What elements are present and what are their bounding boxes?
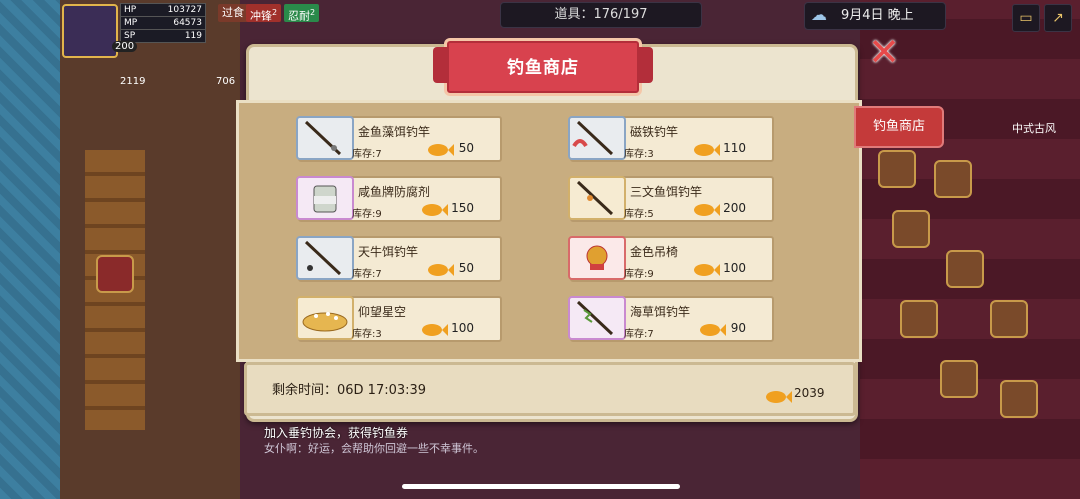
item-name: 金色吊椅 <box>630 245 679 259</box>
golden-swing-icon <box>568 236 626 280</box>
water-tiles <box>0 0 60 499</box>
item-stock: 库存:3 <box>624 149 654 160</box>
counter-left: 2119 <box>120 76 146 87</box>
goldfish-coin-icon <box>694 204 720 216</box>
shop-item[interactable]: 海草饵钓竿 库存:7 90 <box>568 296 774 342</box>
item-price: 90 <box>730 321 746 335</box>
hp-value: 103727 <box>167 5 202 15</box>
item-price: 100 <box>723 261 746 275</box>
weather-cloud-icon: ☁ <box>811 5 827 24</box>
remaining-time: 剩余时间：06D 17:03:39 <box>272 383 427 398</box>
seaweed-rod-icon <box>568 296 626 340</box>
wall-item-icon <box>892 210 930 248</box>
item-stock: 库存:9 <box>624 269 654 280</box>
wall-item-icon <box>878 150 916 188</box>
starry-cake-icon <box>296 296 354 340</box>
item-stock: 库存:9 <box>352 209 382 220</box>
shop-item[interactable]: 磁铁钓竿 库存:3 110 <box>568 116 774 162</box>
goldfish-coin-icon <box>428 144 454 156</box>
goldfish-coin-icon <box>694 264 720 276</box>
charge-badge: 2 <box>272 8 278 17</box>
shop-item[interactable]: 金色吊椅 库存:9 100 <box>568 236 774 282</box>
salmon-rod-icon <box>568 176 626 220</box>
item-name: 天牛饵钓竿 <box>358 245 419 259</box>
wall-item-icon <box>940 360 978 398</box>
banner-wing-right <box>639 47 653 83</box>
item-price: 150 <box>451 201 474 215</box>
rod-blue-icon <box>296 116 354 160</box>
wall-item-icon <box>900 300 938 338</box>
hp-bar: HP 103727 <box>120 3 206 17</box>
shop-title-banner: 钓鱼商店 <box>433 38 653 96</box>
tolerance-badge: 2 <box>310 8 316 17</box>
status-chip-charge[interactable]: 冲锋2 <box>246 4 282 23</box>
info-message-secondary: 女仆啊：好运，会帮助你回避一些不幸事件。 <box>264 442 484 455</box>
wall-item-icon <box>990 300 1028 338</box>
item-stock: 库存:7 <box>624 329 654 340</box>
shop-item[interactable]: 三文鱼饵钓竿 库存:5 200 <box>568 176 774 222</box>
wall-item-icon <box>946 250 984 288</box>
item-stock: 库存:3 <box>352 329 382 340</box>
item-name: 磁铁钓竿 <box>630 125 679 139</box>
shop-item[interactable]: 咸鱼牌防腐剂 库存:9 150 <box>296 176 502 222</box>
goldfish-coin-icon <box>422 204 448 216</box>
sp-value: 119 <box>184 31 202 41</box>
date-text: 9月4日 晚上 <box>841 8 914 23</box>
item-stock: 库存:7 <box>352 269 382 280</box>
item-name: 仰望星空 <box>358 305 407 319</box>
item-name: 咸鱼牌防腐剂 <box>358 185 431 199</box>
exit-icon[interactable]: ↗ <box>1044 4 1072 32</box>
area-label: 中式古风 <box>1012 122 1056 135</box>
preservative-jar-icon <box>296 176 354 220</box>
item-name: 金鱼藻饵钓竿 <box>358 125 431 139</box>
close-icon[interactable]: ✕ <box>866 33 902 71</box>
item-name: 三文鱼饵钓竿 <box>630 185 703 199</box>
player-avatar[interactable] <box>62 4 118 58</box>
beetle-rod-icon <box>296 236 354 280</box>
items-counter[interactable]: 道具：176/197 <box>500 2 702 28</box>
item-price: 110 <box>723 141 746 155</box>
charge-label: 冲锋 <box>250 9 272 23</box>
date-panel[interactable]: ☁ 9月4日 晚上 <box>804 2 946 30</box>
item-name: 海草饵钓竿 <box>630 305 691 319</box>
goldfish-coin-icon <box>700 324 726 336</box>
tolerance-label: 忍耐 <box>288 9 310 23</box>
wall-item-icon <box>1000 380 1038 418</box>
shop-item[interactable]: 金鱼藻饵钓竿 库存:7 50 <box>296 116 502 162</box>
goldfish-coin-icon <box>766 391 792 403</box>
status-chip-pass[interactable]: 过食 <box>218 4 248 22</box>
mp-bar: MP 64573 <box>120 16 206 30</box>
magnet-rod-icon <box>568 116 626 160</box>
red-book-icon <box>96 255 134 293</box>
banner-wing-left <box>433 47 447 83</box>
hp-label: HP <box>124 5 137 15</box>
player-level: 200 <box>112 41 138 52</box>
item-price: 50 <box>458 141 474 155</box>
item-price: 50 <box>458 261 474 275</box>
goldfish-coin-icon <box>428 264 454 276</box>
status-chip-tolerance[interactable]: 忍耐2 <box>284 4 320 23</box>
item-stock: 库存:7 <box>352 149 382 160</box>
mp-value: 64573 <box>173 18 202 28</box>
item-price: 200 <box>723 201 746 215</box>
tab-fishing-shop[interactable]: 钓鱼商店 <box>854 106 944 148</box>
shop-title: 钓鱼商店 <box>507 58 579 78</box>
mp-label: MP <box>124 18 138 28</box>
item-price: 100 <box>451 321 474 335</box>
shop-item[interactable]: 天牛饵钓竿 库存:7 50 <box>296 236 502 282</box>
counter-right: 706 <box>216 76 236 87</box>
goldfish-coin-icon <box>694 144 720 156</box>
shop-item[interactable]: 仰望星空 库存:3 100 <box>296 296 502 342</box>
wall-item-icon <box>934 160 972 198</box>
computer-icon[interactable]: ▭ <box>1012 4 1040 32</box>
coin-balance: 2039 <box>794 386 825 400</box>
item-stock: 库存:5 <box>624 209 654 220</box>
goldfish-coin-icon <box>422 324 448 336</box>
home-indicator[interactable] <box>402 484 680 489</box>
info-message: 加入垂钓协会，获得钓鱼券 <box>264 426 409 440</box>
